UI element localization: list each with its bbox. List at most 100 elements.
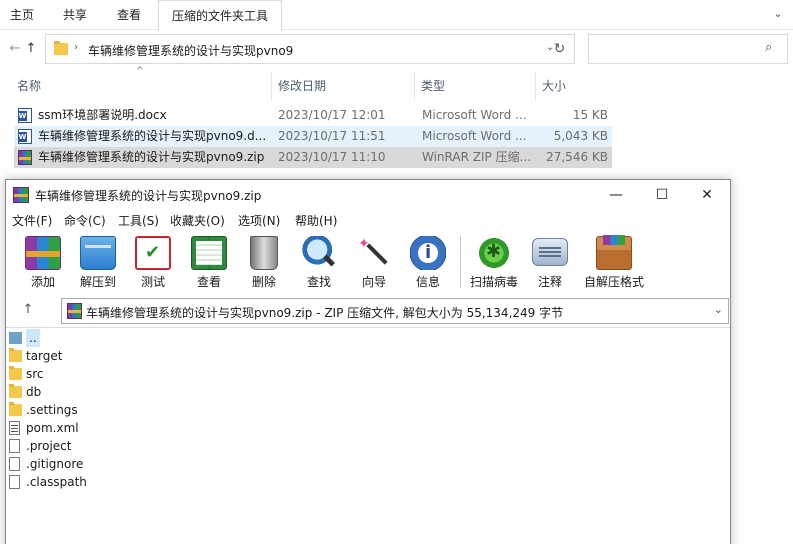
archive-path-bar: ↑ 车辆维修管理系统的设计与实现pvno9.zip - ZIP 压缩文件, 解包… [6, 296, 730, 326]
info-button[interactable]: 信息 [404, 232, 452, 292]
toolbar-label: 向导 [361, 275, 386, 289]
column-type[interactable]: 类型 [416, 72, 536, 100]
menu-commands[interactable]: 命令(C) [64, 212, 106, 229]
ribbon-expand-icon[interactable]: ⌄ [771, 7, 785, 21]
toolbar-label: 查看 [196, 275, 221, 289]
entry-name: .gitignore [26, 457, 84, 471]
minimize-button[interactable]: — [593, 180, 639, 210]
up-one-level-icon[interactable]: ↑ [20, 302, 36, 318]
tab-view[interactable]: 查看 [106, 0, 152, 30]
file-icon [9, 439, 20, 453]
winrar-titlebar[interactable]: 车辆维修管理系统的设计与实现pvno9.zip — ☐ ✕ [6, 180, 730, 210]
word-document-icon [18, 108, 32, 123]
file-row[interactable]: 车辆维修管理系统的设计与实现pvno9.zip 2023/10/17 11:10… [14, 147, 612, 168]
find-icon [301, 236, 337, 270]
test-icon [135, 236, 171, 270]
entry-name: db [26, 385, 42, 399]
view-button[interactable]: 查看 [185, 232, 233, 292]
file-date: 2023/10/17 11:51 [278, 129, 386, 143]
file-date: 2023/10/17 11:10 [278, 150, 386, 164]
folder-icon [54, 41, 68, 55]
toolbar-label: 添加 [30, 275, 55, 289]
toolbar-label: 删除 [251, 275, 276, 289]
explorer-ribbon: 主页 共享 查看 压缩的文件夹工具 ⌄ [0, 0, 793, 31]
menu-favorites[interactable]: 收藏夹(O) [170, 212, 225, 229]
column-size[interactable]: 大小 [537, 72, 613, 100]
entry-name: target [26, 349, 63, 363]
file-date: 2023/10/17 12:01 [278, 108, 386, 122]
entry-name: .classpath [26, 475, 87, 489]
file-size: 27,546 KB [546, 150, 608, 164]
comment-icon [532, 238, 568, 266]
xml-file-icon [9, 421, 20, 435]
sfx-icon [596, 235, 632, 270]
winrar-app-icon [13, 187, 29, 203]
up-icon[interactable]: ↑ [22, 40, 40, 58]
toolbar-label: 注释 [537, 275, 562, 289]
file-icon [9, 475, 20, 489]
archive-file-list: .. target src db .settings pom.xml .proj… [6, 327, 730, 544]
virus-scan-button[interactable]: 扫描病毒 [470, 232, 518, 292]
tab-home[interactable]: 主页 [0, 0, 44, 30]
tab-share[interactable]: 共享 [52, 0, 98, 30]
file-name: ssm环境部署说明.docx [38, 108, 167, 122]
close-button[interactable]: ✕ [684, 180, 730, 210]
address-path: 车辆维修管理系统的设计与实现pvno9 [88, 44, 294, 58]
word-document-icon [18, 129, 32, 144]
entry-name: .. [26, 329, 40, 347]
file-size: 5,043 KB [553, 129, 608, 143]
file-row[interactable]: ssm环境部署说明.docx 2023/10/17 12:01 Microsof… [14, 105, 612, 126]
file-icon [9, 457, 20, 471]
file-row[interactable]: 车辆维修管理系统的设计与实现pvno9.d... 2023/10/17 11:5… [14, 126, 612, 147]
add-button[interactable]: 添加 [19, 232, 67, 292]
delete-button[interactable]: 删除 [240, 232, 288, 292]
sfx-button[interactable]: 自解压格式 [584, 232, 644, 292]
refresh-icon: ↻ [553, 41, 566, 57]
column-name[interactable]: 名称 [12, 72, 272, 100]
tab-compressed-folder-tools[interactable]: 压缩的文件夹工具 [158, 0, 282, 31]
menu-bar: 文件(F) 命令(C) 工具(S) 收藏夹(O) 选项(N) 帮助(H) [6, 210, 730, 230]
comment-button[interactable]: 注释 [526, 232, 574, 292]
test-button[interactable]: 测试 [129, 232, 177, 292]
delete-icon [250, 236, 278, 270]
entry-name: .settings [26, 403, 78, 417]
toolbar-label: 查找 [306, 275, 331, 289]
refresh-button[interactable]: ↻ [545, 34, 575, 64]
folder-icon [9, 384, 22, 398]
menu-options[interactable]: 选项(N) [238, 212, 280, 229]
winrar-archive-icon [67, 303, 82, 319]
window-title: 车辆维修管理系统的设计与实现pvno9.zip [35, 189, 262, 203]
file-type: WinRAR ZIP 压缩... [422, 150, 532, 164]
find-button[interactable]: 查找 [295, 232, 343, 292]
menu-tools[interactable]: 工具(S) [118, 212, 159, 229]
file-name: 车辆维修管理系统的设计与实现pvno9.zip [38, 150, 265, 164]
column-date[interactable]: 修改日期 [273, 72, 415, 100]
maximize-button[interactable]: ☐ [639, 180, 685, 210]
add-archive-icon [25, 236, 61, 270]
toolbar-label: 自解压格式 [584, 275, 645, 289]
menu-file[interactable]: 文件(F) [12, 212, 52, 229]
file-type: Microsoft Word ... [422, 129, 527, 143]
extract-to-icon [80, 236, 116, 270]
folder-icon [9, 366, 22, 380]
winrar-archive-icon [18, 150, 32, 165]
wizard-icon [356, 236, 392, 270]
file-name: 车辆维修管理系统的设计与实现pvno9.d... [38, 129, 267, 143]
toolbar-divider [460, 236, 461, 288]
breadcrumb-chevron-icon[interactable]: › [74, 42, 78, 53]
search-input[interactable]: ⌕ [588, 34, 788, 64]
toolbar-label: 扫描病毒 [469, 275, 518, 289]
toolbar-label: 测试 [140, 275, 165, 289]
menu-help[interactable]: 帮助(H) [295, 212, 337, 229]
toolbar-label: 信息 [415, 275, 440, 289]
address-bar[interactable]: › 车辆维修管理系统的设计与实现pvno9 ⌄ [45, 34, 575, 64]
toolbar: 添加 解压到 测试 查看 删除 查找 向导 信息 [6, 232, 730, 294]
path-dropdown-icon[interactable]: ⌄ [714, 303, 723, 316]
view-icon [191, 236, 227, 270]
extract-to-button[interactable]: 解压到 [74, 232, 122, 292]
wizard-button[interactable]: 向导 [350, 232, 398, 292]
archive-path-combo[interactable]: 车辆维修管理系统的设计与实现pvno9.zip - ZIP 压缩文件, 解包大小… [61, 298, 729, 324]
entry-name: pom.xml [26, 421, 79, 435]
folder-icon [9, 402, 22, 416]
virus-scan-icon [476, 236, 512, 270]
